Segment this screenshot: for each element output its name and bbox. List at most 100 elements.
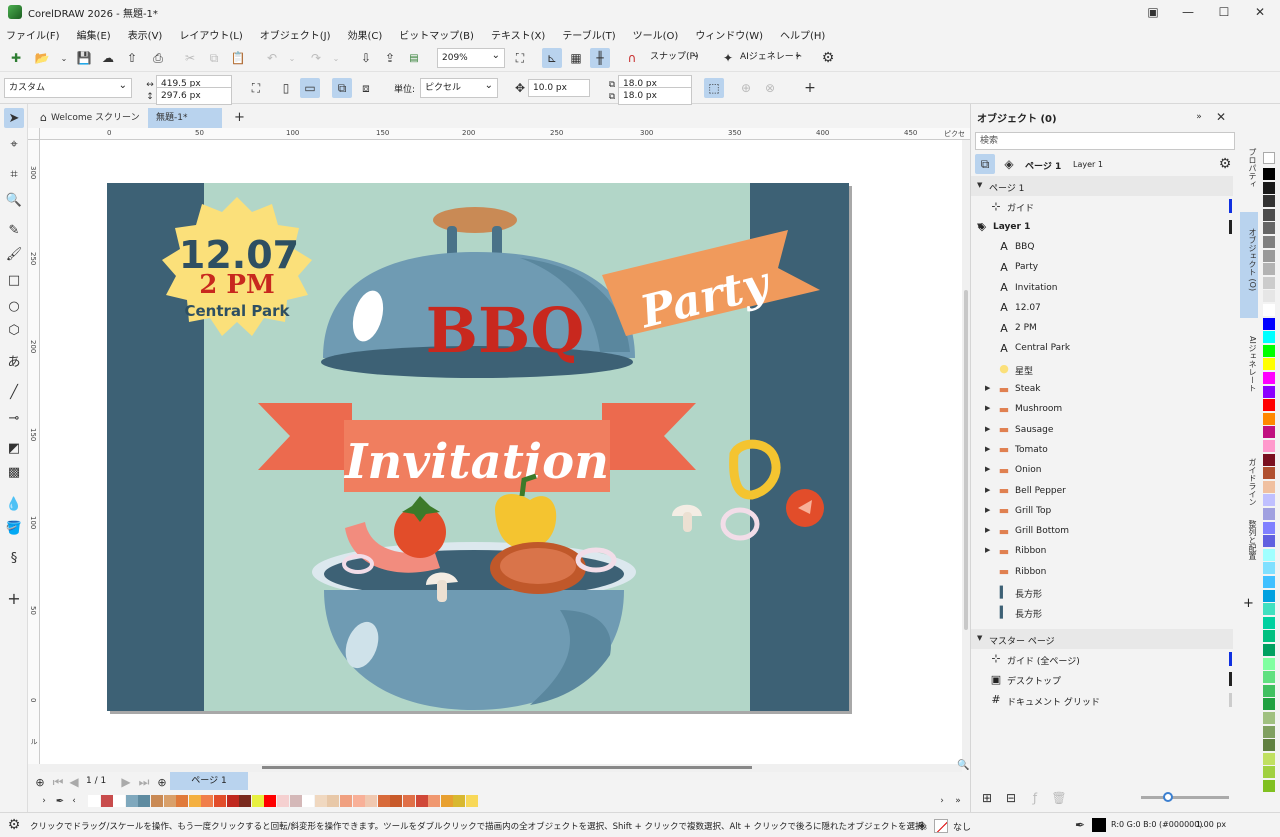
docker-collapse-icon[interactable]: » xyxy=(1189,107,1209,127)
color-swatch[interactable] xyxy=(201,795,214,807)
text-tool-icon[interactable]: あ xyxy=(4,350,24,370)
zoom-level-select[interactable]: 209% xyxy=(437,47,505,68)
object-row[interactable]: A BBQ xyxy=(971,237,1233,257)
color-swatch[interactable] xyxy=(1263,508,1275,520)
smart-fill-icon[interactable]: § xyxy=(4,548,24,568)
eyedropper-tool-icon[interactable]: 💧 xyxy=(4,494,24,514)
vertical-ruler[interactable]: 300 250 200 150 100 50 0 ピクセル xyxy=(28,140,48,764)
rectangle-tool-icon[interactable]: □ xyxy=(4,270,24,290)
print-icon[interactable]: ⎙ xyxy=(148,48,168,68)
menu-effects[interactable]: 効果(C) xyxy=(347,27,382,42)
expand-toggle-icon[interactable]: ▼ xyxy=(977,181,982,189)
delete-icon[interactable]: 🗑 xyxy=(1049,788,1069,808)
color-swatch[interactable] xyxy=(377,795,390,807)
transparency-tool-icon[interactable]: ▩ xyxy=(4,462,24,482)
object-row[interactable]: ▶ ▬ Mushroom xyxy=(971,399,1233,419)
color-swatch[interactable] xyxy=(403,795,415,807)
color-swatch[interactable] xyxy=(226,795,239,807)
import-icon[interactable]: ⇩ xyxy=(356,48,376,68)
nudge-distance-input[interactable]: 10.0 px xyxy=(528,79,590,97)
color-swatch[interactable] xyxy=(1263,589,1275,602)
object-row[interactable]: ⊹ ガイド xyxy=(971,196,1233,216)
tab-guidelines[interactable]: ガイドライン xyxy=(1240,442,1258,508)
units-select[interactable]: ピクセル xyxy=(420,77,498,98)
object-row[interactable]: ▼ マスター ページ xyxy=(971,628,1233,649)
color-swatch[interactable] xyxy=(1263,331,1275,344)
color-swatch[interactable] xyxy=(440,795,453,807)
add-property-icon[interactable]: + xyxy=(800,78,820,98)
color-swatch[interactable] xyxy=(1263,344,1275,357)
docker-search-input[interactable]: 検索 xyxy=(975,132,1235,150)
object-row[interactable]: # ドキュメント グリッド xyxy=(971,690,1233,710)
function-icon[interactable]: ƒ xyxy=(1025,788,1045,808)
horizontal-ruler[interactable]: 0 50 100 150 200 250 300 350 400 450 ピクセ… xyxy=(40,128,970,148)
treat-as-filled-icon[interactable]: ⬚ xyxy=(704,78,724,98)
menu-layout[interactable]: レイアウト(L) xyxy=(179,27,242,42)
menu-text[interactable]: テキスト(X) xyxy=(491,27,545,42)
object-row[interactable]: ▶ ▬ Grill Top xyxy=(971,501,1233,521)
page-tab-1[interactable]: ページ 1 xyxy=(170,772,248,790)
outline-color-swatch[interactable] xyxy=(1092,818,1106,832)
color-swatch[interactable] xyxy=(125,795,138,807)
expand-toggle-icon[interactable]: ▶ xyxy=(985,445,990,453)
menu-bitmaps[interactable]: ビットマップ(B) xyxy=(399,27,474,42)
color-swatch[interactable] xyxy=(453,795,466,807)
undo-icon[interactable]: ↶ xyxy=(262,48,282,68)
color-swatch[interactable] xyxy=(1263,440,1275,452)
color-swatch[interactable] xyxy=(314,795,327,807)
tab-properties[interactable]: プロパティ xyxy=(1240,132,1258,196)
color-swatch[interactable] xyxy=(390,795,403,807)
object-row[interactable]: ● 星型 xyxy=(971,359,1233,379)
expand-toggle-icon[interactable]: ▼ xyxy=(977,634,982,642)
show-grid-icon[interactable]: ▦ xyxy=(566,48,586,68)
color-swatch[interactable] xyxy=(1263,603,1275,616)
color-swatch[interactable] xyxy=(1263,698,1275,711)
fill-none-swatch[interactable] xyxy=(934,819,948,833)
color-swatch[interactable] xyxy=(88,795,100,807)
color-swatch[interactable] xyxy=(1263,521,1275,534)
full-screen-icon[interactable]: ⛶ xyxy=(510,48,530,68)
menu-table[interactable]: テーブル(T) xyxy=(562,27,615,42)
polygon-tool-icon[interactable]: ⬡ xyxy=(4,320,24,340)
no-color-swatch[interactable] xyxy=(1263,152,1275,164)
page-size-preset-select[interactable]: カスタム xyxy=(4,77,132,98)
object-row[interactable]: ▍ 長方形 xyxy=(971,602,1233,622)
add-page-after-icon[interactable]: ⊕ xyxy=(152,772,172,792)
expand-toggle-icon[interactable]: ▶ xyxy=(985,506,990,514)
color-swatch[interactable] xyxy=(1263,317,1275,330)
color-swatch[interactable] xyxy=(1263,630,1275,643)
color-swatch[interactable] xyxy=(100,795,113,807)
color-swatch[interactable] xyxy=(1263,222,1275,235)
color-swatch[interactable] xyxy=(1263,780,1275,792)
color-swatch[interactable] xyxy=(302,795,315,807)
tab-document[interactable]: 無題-1* xyxy=(148,108,222,128)
maximize-button[interactable]: ☐ xyxy=(1206,0,1242,24)
fill-tool-icon[interactable]: 🪣 xyxy=(4,518,24,538)
palette-scroll-left-icon[interactable]: ‹ xyxy=(64,791,84,811)
object-row[interactable]: ⊹ ガイド (全ページ) xyxy=(971,649,1233,669)
color-swatch[interactable] xyxy=(1263,480,1275,493)
color-swatch[interactable] xyxy=(1263,236,1275,248)
show-rulers-icon[interactable]: ⊾ xyxy=(542,48,562,68)
redo-icon[interactable]: ↷ xyxy=(306,48,326,68)
color-swatch[interactable] xyxy=(1263,290,1275,303)
color-swatch[interactable] xyxy=(1263,453,1275,466)
connector-tool-icon[interactable]: ⊸ xyxy=(4,408,24,428)
color-swatch[interactable] xyxy=(176,795,189,807)
color-swatch[interactable] xyxy=(1263,276,1275,289)
last-page-icon[interactable]: ⏭ xyxy=(134,772,154,792)
options-gear-icon[interactable]: ⚙ xyxy=(818,48,838,68)
color-swatch[interactable] xyxy=(1263,372,1275,384)
color-swatch[interactable] xyxy=(1263,412,1275,425)
tab-ai-generate[interactable]: AIジェネレート xyxy=(1240,320,1258,406)
canvas-horizontal-scrollbar[interactable] xyxy=(40,764,962,772)
line-tool-icon[interactable]: ╱ xyxy=(4,382,24,402)
publish-pdf-icon[interactable]: ▤ xyxy=(404,48,424,68)
docker-close-icon[interactable]: ✕ xyxy=(1211,107,1231,127)
object-row[interactable]: A 2 PM xyxy=(971,318,1233,338)
object-row[interactable]: A Invitation xyxy=(971,278,1233,298)
show-guidelines-icon[interactable]: ╫ xyxy=(590,48,610,68)
account-icon[interactable]: ▣ xyxy=(1135,0,1171,24)
add-page-before-icon[interactable]: ⊕ xyxy=(30,772,50,792)
color-swatch[interactable] xyxy=(1263,684,1275,697)
